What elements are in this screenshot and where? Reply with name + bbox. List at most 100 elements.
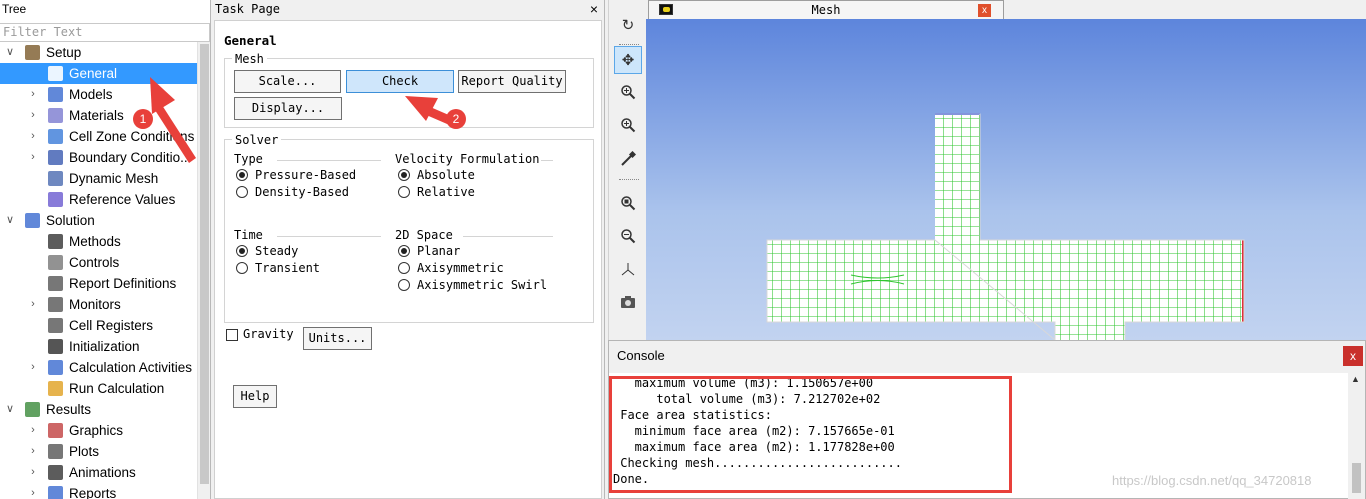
expand-right-icon[interactable]: › [28, 147, 38, 168]
steady-radio[interactable] [236, 245, 248, 257]
expand-right-icon[interactable]: › [28, 357, 38, 378]
tree-item-reports[interactable]: › Reports [0, 483, 197, 499]
outline-tree-panel: Tree Filter Text ∨ Setup General › Models › Ma… [0, 0, 211, 499]
relative-label: Relative [417, 185, 475, 199]
boundary-icon [48, 150, 63, 165]
console-title: Console [617, 348, 665, 363]
expand-down-icon[interactable]: ∨ [5, 210, 15, 231]
mesh-window-close-button[interactable]: x [978, 4, 991, 17]
tree-item-report-definitions[interactable]: Report Definitions [0, 273, 197, 294]
help-button[interactable]: Help [233, 385, 277, 408]
expand-right-icon[interactable]: › [28, 84, 38, 105]
scroll-up-arrow-icon[interactable]: ▲ [1351, 374, 1360, 384]
tree-item-cell-registers[interactable]: Cell Registers [0, 315, 197, 336]
tree-item-solution[interactable]: ∨ Solution [0, 210, 197, 231]
mesh-group-label: Mesh [232, 52, 267, 66]
tree-item-reference-values[interactable]: Reference Values [0, 189, 197, 210]
report-quality-button[interactable]: Report Quality [458, 70, 566, 93]
setup-icon [25, 45, 40, 60]
console-close-button[interactable]: x [1343, 346, 1363, 366]
type-label: Type [234, 152, 263, 166]
check-button[interactable]: Check [346, 70, 454, 93]
tree-scrollbar-thumb[interactable] [200, 44, 209, 484]
animations-icon [48, 465, 63, 480]
units-button[interactable]: Units... [303, 327, 372, 350]
display-button[interactable]: Display... [234, 97, 342, 120]
tree-item-label: Dynamic Mesh [69, 171, 159, 186]
absolute-radio[interactable] [398, 169, 410, 181]
expand-right-icon[interactable]: › [28, 420, 38, 441]
tree-item-methods[interactable]: Methods [0, 231, 197, 252]
tree-item-label: Materials [69, 108, 124, 123]
expand-right-icon[interactable]: › [28, 462, 38, 483]
axisymmetric-swirl-radio[interactable] [398, 279, 410, 291]
console-scrollbar-thumb[interactable] [1352, 463, 1361, 493]
scale-button[interactable]: Scale... [234, 70, 341, 93]
rotate-icon[interactable]: ↻ [614, 12, 642, 40]
tree-panel-title: Tree [2, 2, 27, 16]
density-based-radio[interactable] [236, 186, 248, 198]
methods-icon [48, 234, 63, 249]
gravity-label: Gravity [243, 327, 294, 341]
transient-label: Transient [255, 261, 321, 275]
expand-right-icon[interactable]: › [28, 441, 38, 462]
task-page-close-button[interactable]: × [590, 1, 598, 17]
snapshot-icon[interactable] [614, 288, 642, 316]
pressure-based-radio[interactable] [236, 169, 248, 181]
monitors-icon [48, 297, 63, 312]
axisymmetric-swirl-label: Axisymmetric Swirl [417, 278, 548, 292]
console-scrollbar[interactable]: ▲ [1348, 373, 1365, 499]
tree-item-plots[interactable]: › Plots [0, 441, 197, 462]
gravity-checkbox[interactable] [226, 329, 238, 341]
expand-right-icon[interactable]: › [28, 294, 38, 315]
tree-item-results[interactable]: ∨ Results [0, 399, 197, 420]
tree-item-general[interactable]: General [0, 63, 197, 84]
pressure-based-label: Pressure-Based [255, 168, 357, 182]
tree-item-dynamic-mesh[interactable]: Dynamic Mesh [0, 168, 197, 189]
expand-right-icon[interactable]: › [28, 126, 38, 147]
mesh-window-tab[interactable]: Mesh x [648, 0, 1004, 19]
step-2-badge: 2 [446, 109, 466, 129]
time-label: Time [234, 228, 263, 242]
relative-radio[interactable] [398, 186, 410, 198]
pan-icon[interactable]: ✥ [614, 46, 642, 74]
steady-label: Steady [255, 244, 299, 258]
zoom-in-icon[interactable] [614, 111, 642, 139]
tree-item-animations[interactable]: › Animations [0, 462, 197, 483]
expand-down-icon[interactable]: ∨ [5, 399, 15, 420]
calculation-activities-icon [48, 360, 63, 375]
mesh-graphics-viewport[interactable] [646, 19, 1366, 342]
tree-filter-input[interactable]: Filter Text [0, 23, 210, 42]
tree-item-label: Initialization [69, 339, 140, 354]
tree-item-calculation-activities[interactable]: › Calculation Activities [0, 357, 197, 378]
graphics-icon [48, 423, 63, 438]
tree-item-materials[interactable]: › Materials [0, 105, 197, 126]
fit-to-window-icon[interactable] [614, 189, 642, 217]
reference-values-icon [48, 192, 63, 207]
cell-zone-icon [48, 129, 63, 144]
axes-icon[interactable] [614, 255, 642, 283]
axisymmetric-radio[interactable] [398, 262, 410, 274]
tree-item-setup[interactable]: ∨ Setup [0, 42, 197, 63]
zoom-in-out-icon[interactable] [614, 78, 642, 106]
expand-right-icon[interactable]: › [28, 105, 38, 126]
tree-item-cell-zone-conditions[interactable]: › Cell Zone Conditions [0, 126, 197, 147]
tree-item-label: Models [69, 87, 113, 102]
zoom-to-area-icon[interactable] [614, 222, 642, 250]
tree-item-initialization[interactable]: Initialization [0, 336, 197, 357]
tree-item-run-calculation[interactable]: Run Calculation [0, 378, 197, 399]
step-1-badge: 1 [133, 109, 153, 129]
tree-scrollbar[interactable] [197, 42, 210, 499]
expand-down-icon[interactable]: ∨ [5, 42, 15, 63]
planar-radio[interactable] [398, 245, 410, 257]
tree-item-graphics[interactable]: › Graphics [0, 420, 197, 441]
transient-radio[interactable] [236, 262, 248, 274]
tree-item-controls[interactable]: Controls [0, 252, 197, 273]
tree-item-boundary-conditio[interactable]: › Boundary Conditio... [0, 147, 197, 168]
probe-icon[interactable] [614, 145, 642, 173]
expand-right-icon[interactable]: › [28, 483, 38, 499]
tree-item-monitors[interactable]: › Monitors [0, 294, 197, 315]
models-icon [48, 87, 63, 102]
tree-item-models[interactable]: › Models [0, 84, 197, 105]
absolute-label: Absolute [417, 168, 475, 182]
